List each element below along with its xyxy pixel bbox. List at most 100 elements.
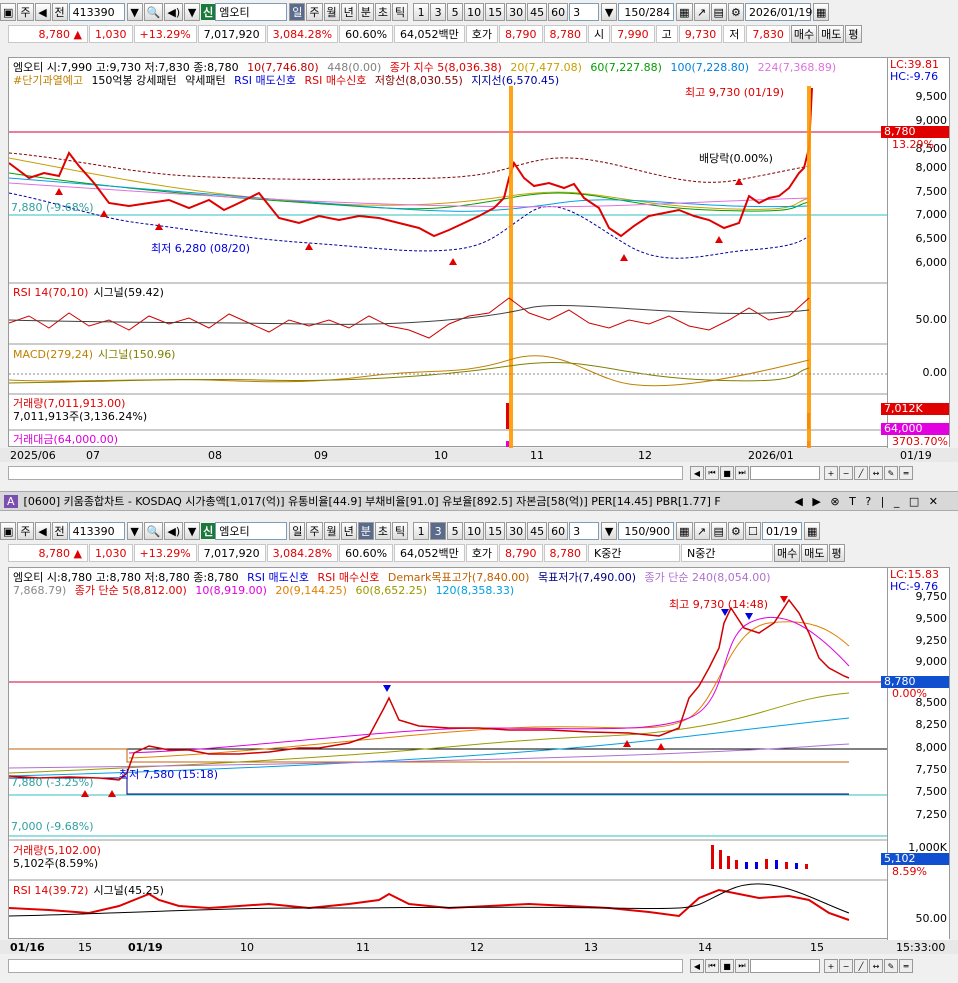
sound-icon[interactable]: ◀) (164, 522, 184, 540)
zoom-slider[interactable] (750, 466, 820, 480)
fit-icon[interactable]: ↔ (869, 959, 883, 973)
tab-jusik[interactable]: 주 (17, 3, 34, 21)
help-icon[interactable]: ? (865, 495, 871, 508)
save-icon[interactable]: ▤ (710, 3, 727, 21)
trend-icon[interactable]: ↗ (693, 3, 710, 21)
minimize-icon[interactable]: _ (894, 495, 900, 508)
avg-button[interactable]: 평 (845, 25, 862, 43)
count-dropdown-icon[interactable]: ▼ (601, 522, 618, 540)
ruler-icon[interactable]: ═ (899, 959, 913, 973)
period-month[interactable]: 월 (323, 522, 340, 540)
period-day[interactable]: 일 (289, 522, 306, 540)
interval-3[interactable]: 3 (430, 3, 447, 21)
interval-30[interactable]: 30 (506, 522, 527, 540)
period-tick[interactable]: 틱 (392, 3, 409, 21)
gear-icon[interactable]: ⚙ (727, 522, 744, 540)
calendar-icon[interactable]: ▦ (812, 3, 830, 21)
rewind-icon[interactable]: ⏮ (705, 959, 719, 973)
zoom-in-icon[interactable]: + (824, 959, 838, 973)
interval-30[interactable]: 30 (506, 3, 527, 21)
minute-chart-panel[interactable]: 엠오티 시:8,780 고:8,780 저:8,780 종:8,780 RSI … (8, 567, 950, 940)
grid-icon[interactable]: ▦ (676, 522, 693, 540)
price-chart-panel[interactable]: 엠오티 시:7,990 고:9,730 저:7,830 종:8,780 10(7… (8, 57, 950, 448)
forward-icon[interactable]: ⏭ (735, 959, 749, 973)
period-year[interactable]: 년 (340, 522, 357, 540)
horizontal-scrollbar[interactable] (8, 466, 683, 480)
maximize-icon[interactable]: □ (909, 495, 919, 508)
zoom-slider[interactable] (750, 959, 820, 973)
back-button[interactable]: ◀ (34, 522, 51, 540)
date-input[interactable]: 01/19 (761, 522, 802, 540)
stock-code-input[interactable]: 413390 (68, 522, 125, 540)
interval-45[interactable]: 45 (527, 522, 548, 540)
display-range-input[interactable]: 150/900 (618, 522, 675, 540)
forward-icon[interactable]: ⏭ (735, 466, 749, 480)
tool-icon[interactable]: ✎ (884, 959, 898, 973)
close-icon[interactable]: ✕ (929, 495, 938, 508)
gear-icon[interactable]: ⚙ (727, 3, 744, 21)
sell-button[interactable]: 매도 (818, 25, 845, 43)
fit-icon[interactable]: ↔ (869, 466, 883, 480)
back-button[interactable]: ◀ (34, 3, 51, 21)
interval-10[interactable]: 10 (464, 3, 485, 21)
grid-icon[interactable]: ▦ (676, 3, 693, 21)
scroll-left-icon[interactable]: ◀ (690, 466, 704, 480)
period-second[interactable]: 초 (374, 3, 391, 21)
nav-right-icon[interactable]: ▶ (812, 495, 820, 508)
interval-count-input[interactable]: 3 (569, 522, 600, 540)
draw-icon[interactable]: ╱ (854, 959, 868, 973)
period-tick[interactable]: 틱 (392, 522, 409, 540)
period-day[interactable]: 일 (289, 3, 306, 21)
dropdown-icon[interactable]: ▼ (184, 522, 201, 540)
avg-button[interactable]: 평 (828, 544, 845, 562)
display-range-input[interactable]: 150/284 (618, 3, 675, 21)
tab-jusik[interactable]: 주 (17, 522, 34, 540)
trend-icon[interactable]: ↗ (693, 522, 710, 540)
stock-code-input[interactable]: 413390 (68, 3, 125, 21)
interval-10[interactable]: 10 (464, 522, 485, 540)
interval-15[interactable]: 15 (485, 3, 506, 21)
sell-button[interactable]: 매도 (801, 544, 828, 562)
interval-15[interactable]: 15 (485, 522, 506, 540)
buy-button[interactable]: 매수 (774, 544, 801, 562)
interval-3[interactable]: 3 (430, 522, 447, 540)
period-week[interactable]: 주 (306, 522, 323, 540)
horizontal-scrollbar[interactable] (8, 959, 683, 973)
zoom-in-icon[interactable]: + (824, 466, 838, 480)
code-dropdown-icon[interactable]: ▼ (126, 522, 143, 540)
ruler-icon[interactable]: ═ (899, 466, 913, 480)
period-minute[interactable]: 분 (357, 3, 374, 21)
search-icon[interactable]: 🔍 (143, 3, 164, 21)
dropdown-icon[interactable]: ▼ (184, 3, 201, 21)
buy-button[interactable]: 매수 (790, 25, 818, 43)
stock-name-field[interactable]: 엠오티 (215, 3, 288, 21)
code-dropdown-icon[interactable]: ▼ (126, 3, 143, 21)
save-icon[interactable]: ▤ (710, 522, 727, 540)
interval-60[interactable]: 60 (548, 3, 569, 21)
interval-1[interactable]: 1 (413, 522, 430, 540)
layout-icon[interactable]: ▣ (0, 522, 17, 540)
count-dropdown-icon[interactable]: ▼ (601, 3, 618, 21)
sound-icon[interactable]: ◀) (164, 3, 184, 21)
checkbox[interactable]: ☐ (744, 522, 761, 540)
tab-jeon[interactable]: 전 (51, 522, 68, 540)
stop-icon[interactable]: ■ (720, 959, 734, 973)
nav-left-icon[interactable]: ◀ (794, 495, 802, 508)
period-minute[interactable]: 분 (357, 522, 374, 540)
period-month[interactable]: 월 (323, 3, 340, 21)
link-icon[interactable]: ⊗ (830, 495, 839, 508)
layout-icon[interactable]: ▣ (0, 3, 17, 21)
date-input[interactable]: 2026/01/19 (744, 3, 812, 21)
rewind-icon[interactable]: ⏮ (705, 466, 719, 480)
zoom-out-icon[interactable]: − (839, 466, 853, 480)
draw-icon[interactable]: ╱ (854, 466, 868, 480)
period-second[interactable]: 초 (374, 522, 391, 540)
calendar-icon[interactable]: ▦ (803, 522, 821, 540)
period-week[interactable]: 주 (306, 3, 323, 21)
interval-1[interactable]: 1 (413, 3, 430, 21)
interval-count-input[interactable]: 3 (569, 3, 600, 21)
stock-name-field[interactable]: 엠오티 (215, 522, 288, 540)
zoom-out-icon[interactable]: − (839, 959, 853, 973)
interval-45[interactable]: 45 (527, 3, 548, 21)
font-icon[interactable]: T (849, 495, 856, 508)
